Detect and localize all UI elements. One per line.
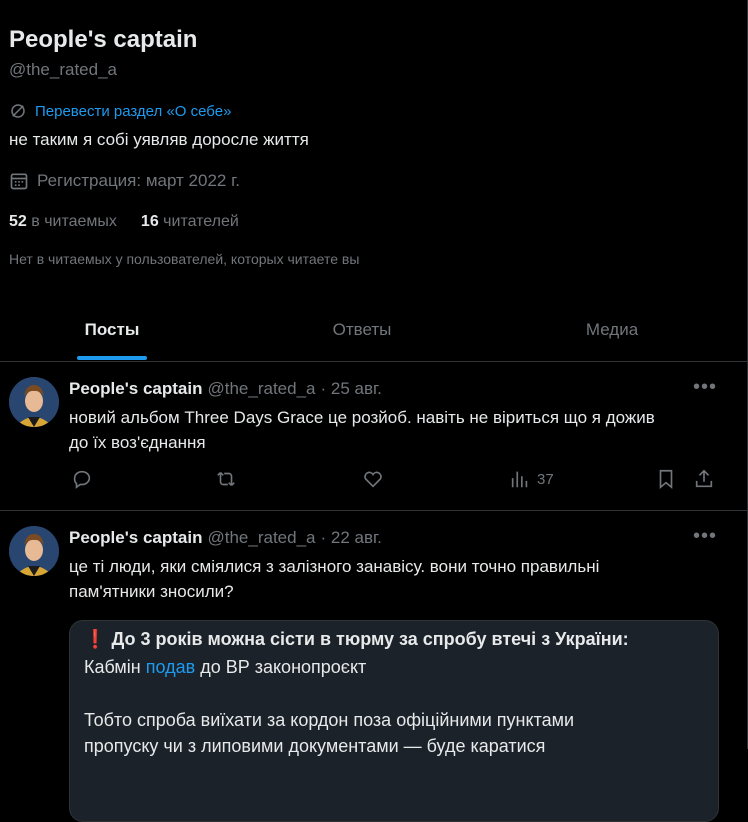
tweet-text-line: до їх воз'єднання — [69, 433, 206, 452]
exclamation-icon: ❗ — [84, 629, 107, 649]
known-followers-note: Нет в читаемых у пользователей, которых … — [9, 251, 360, 267]
quote-headline-text: До 3 років можна сісти в тюрму за спробу… — [111, 629, 629, 649]
quote-line: Кабмін подав до ВР законопроєкт — [84, 657, 366, 678]
tweet-text: це ті люди, яки сміялися з залізного зан… — [69, 554, 719, 604]
profile-bio: не таким я собі уявляв доросле життя — [9, 130, 309, 149]
more-icon[interactable]: ••• — [693, 525, 717, 548]
tweet-author[interactable]: People's captain — [69, 528, 202, 548]
retweet-icon — [217, 471, 235, 487]
tweet[interactable]: People's captain @the_rated_a · 25 авг. … — [0, 362, 747, 511]
reply-icon — [73, 470, 91, 489]
bookmark-icon — [659, 469, 673, 490]
tab-replies[interactable]: Ответы — [250, 300, 474, 360]
retweet-button[interactable] — [215, 468, 237, 490]
heart-icon — [364, 471, 382, 488]
tweet-date[interactable]: · 25 авг. — [321, 379, 382, 399]
bookmark-button[interactable] — [655, 468, 677, 490]
quote-headline: ❗ До 3 років можна сісти в тюрму за спро… — [84, 629, 629, 650]
translate-bio-link[interactable]: Перевести раздел «О себе» — [35, 103, 231, 120]
profile-name: People's captain — [9, 26, 198, 53]
tweet-header: People's captain @the_rated_a · 25 авг. — [69, 379, 382, 399]
views-count: 37 — [537, 470, 554, 488]
follow-stats: 52 в читаемых 16 читателей — [9, 213, 239, 231]
like-button[interactable] — [362, 468, 384, 490]
tweet-date[interactable]: · 22 авг. — [321, 528, 382, 548]
tab-posts[interactable]: Посты — [0, 300, 224, 360]
tweet-handle[interactable]: @the_rated_a — [207, 528, 315, 548]
translate-icon — [11, 104, 25, 118]
followers-count: 16 — [140, 213, 159, 230]
share-icon — [695, 469, 713, 488]
profile-handle: @the_rated_a — [9, 60, 118, 79]
share-button[interactable] — [693, 468, 715, 490]
views-button[interactable]: 37 — [509, 468, 554, 490]
followers-label: читателей — [163, 213, 239, 230]
quote-line: пропуску чи з липовими документами — буд… — [84, 736, 546, 756]
quote-link[interactable]: подав — [146, 657, 195, 677]
followers-link[interactable]: 16 читателей — [141, 213, 239, 231]
calendar-icon — [10, 173, 28, 190]
more-icon[interactable]: ••• — [693, 376, 717, 399]
tab-media[interactable]: Медиа — [500, 300, 724, 360]
quote-line-text: до ВР законопроєкт — [195, 657, 367, 677]
tweet-text: новий альбом Three Days Grace це розйоб.… — [69, 405, 719, 455]
following-count: 52 — [9, 213, 27, 230]
quote-line: Тобто спроба виїхати за кордон поза офіц… — [84, 710, 575, 730]
tweet-header: People's captain @the_rated_a · 22 авг. — [69, 528, 382, 548]
reply-button[interactable] — [71, 468, 93, 490]
tweet-handle[interactable]: @the_rated_a — [207, 379, 315, 399]
tweet-author[interactable]: People's captain — [69, 379, 202, 399]
quote-line-text: Кабмін — [84, 657, 146, 677]
tweet-actions: 37 — [69, 468, 719, 498]
tweet-text-line: новий альбом Three Days Grace це розйоб.… — [69, 408, 655, 427]
avatar[interactable] — [9, 526, 59, 576]
profile-tabs: Посты Ответы Медиа — [0, 300, 747, 362]
joined-date: Регистрация: март 2022 г. — [37, 171, 240, 190]
avatar[interactable] — [9, 377, 59, 427]
quoted-post-card[interactable]: ❗ До 3 років можна сісти в тюрму за спро… — [69, 620, 719, 822]
tweet-text-line: пам'ятники зносили? — [69, 582, 234, 601]
following-link[interactable]: 52 в читаемых — [9, 213, 117, 231]
tweet-text-line: це ті люди, яки сміялися з залізного зан… — [69, 557, 600, 576]
joined-date-row: Регистрация: март 2022 г. — [9, 171, 240, 191]
following-label: в читаемых — [31, 213, 117, 230]
active-tab-indicator — [77, 356, 147, 360]
views-icon — [511, 471, 528, 488]
translate-bio-row[interactable]: Перевести раздел «О себе» — [9, 102, 231, 120]
